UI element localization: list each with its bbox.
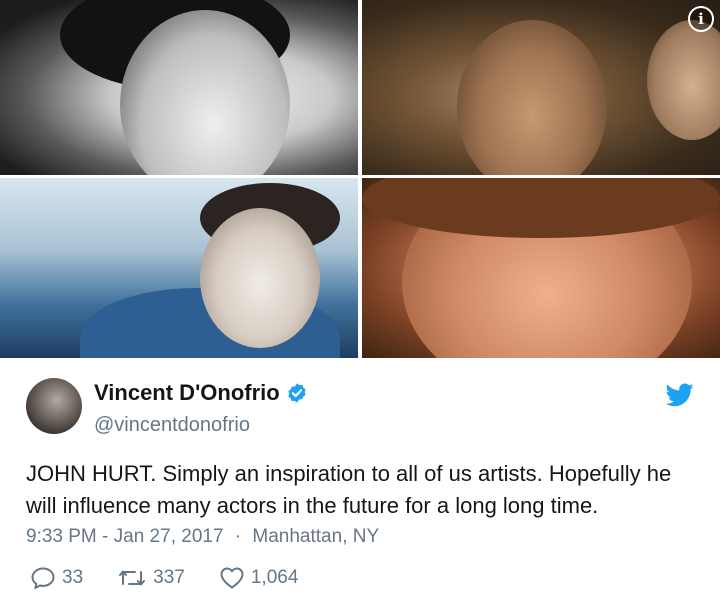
photo-2[interactable]: i (362, 0, 720, 175)
avatar[interactable] (26, 378, 82, 434)
retweet-count: 337 (153, 567, 185, 588)
author-handle[interactable]: @vincentdonofrio (94, 414, 250, 437)
timestamp[interactable]: 9:33 PM - Jan 27, 2017 (26, 526, 224, 547)
tweet-actions: 33 337 1,064 (30, 566, 332, 590)
tweet-text: JOHN HURT. Simply an inspiration to all … (26, 461, 672, 518)
heart-icon (220, 567, 244, 589)
location[interactable]: Manhattan, NY (252, 526, 379, 547)
like-button[interactable]: 1,064 (219, 566, 299, 590)
like-count: 1,064 (250, 567, 299, 588)
reply-count: 33 (62, 567, 84, 588)
photo-2-face-secondary (647, 20, 720, 140)
twitter-bird-icon[interactable] (666, 383, 694, 407)
media-grid: i (0, 0, 720, 358)
reply-button[interactable]: 33 (30, 566, 83, 590)
tweet-meta: 9:33 PM - Jan 27, 2017 · Manhattan, NY (26, 526, 379, 548)
meta-separator: · (234, 526, 242, 547)
retweet-icon (119, 570, 146, 586)
retweet-button[interactable]: 337 (117, 566, 185, 590)
author-name-row[interactable]: Vincent D'Onofrio (94, 380, 308, 406)
reply-icon (31, 567, 55, 589)
photo-4[interactable] (362, 178, 720, 358)
info-icon[interactable]: i (688, 6, 714, 32)
photo-3[interactable] (0, 178, 358, 358)
author-name[interactable]: Vincent D'Onofrio (94, 380, 280, 406)
photo-1[interactable] (0, 0, 358, 175)
photo-3-face (200, 208, 320, 348)
verified-badge-icon (288, 383, 306, 403)
photo-2-face (457, 20, 607, 175)
